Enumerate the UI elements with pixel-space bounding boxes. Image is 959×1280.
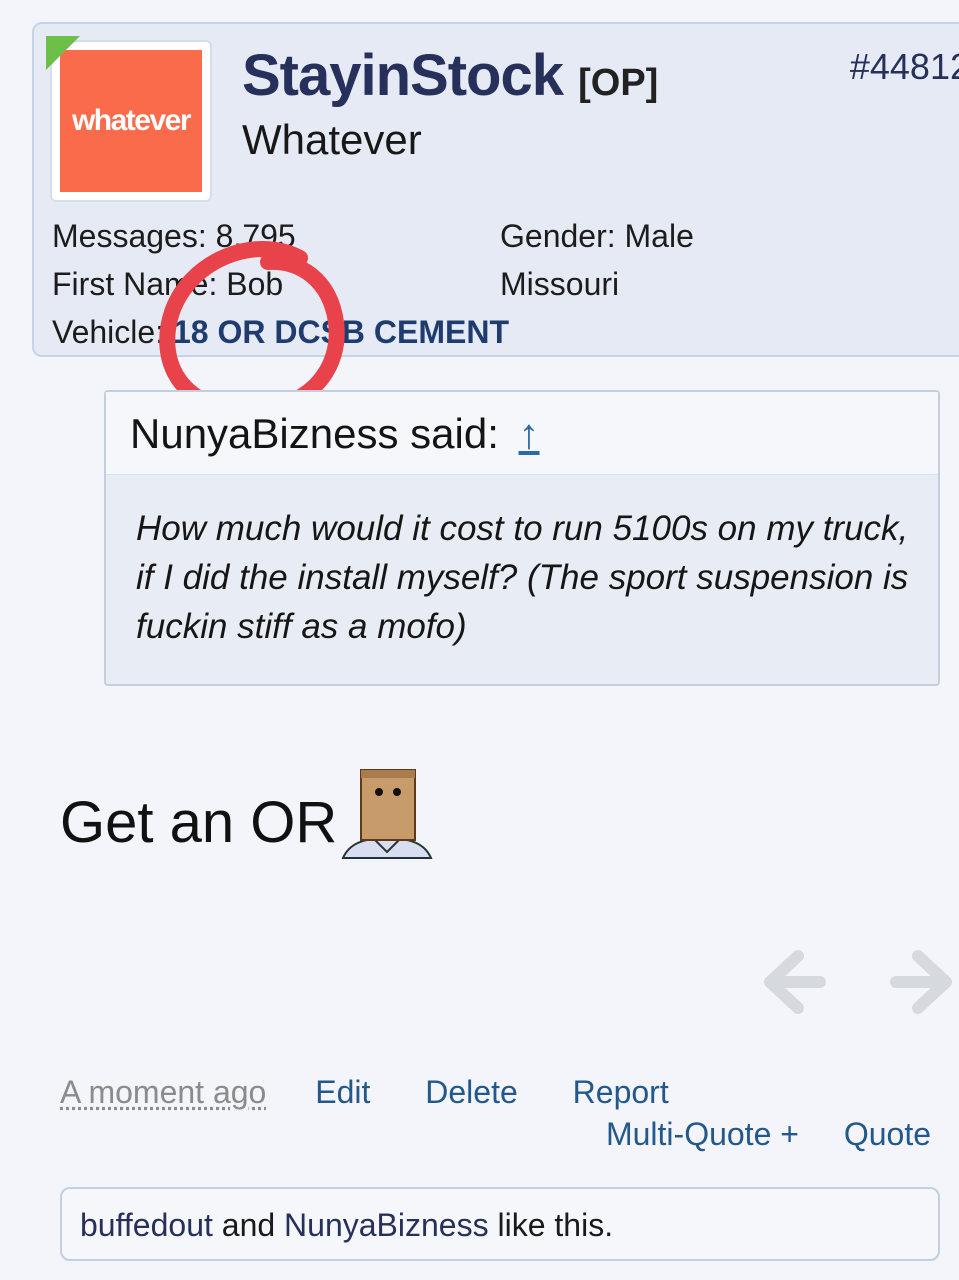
quote-author[interactable]: NunyaBizness bbox=[130, 410, 398, 457]
first-name-label: First Name: bbox=[52, 266, 217, 302]
gender-label: Gender: bbox=[500, 218, 616, 254]
post-timestamp[interactable]: A moment ago bbox=[60, 1074, 266, 1110]
messages-label: Messages: bbox=[52, 218, 207, 254]
multiquote-link[interactable]: Multi-Quote + bbox=[606, 1116, 799, 1152]
likes-bar: buffedout and NunyaBizness like this. bbox=[60, 1187, 940, 1261]
report-link[interactable]: Report bbox=[573, 1074, 669, 1110]
quote-text: How much would it cost to run 5100s on m… bbox=[136, 504, 910, 651]
quote-header: NunyaBizness said: ↑ bbox=[106, 392, 938, 475]
quote-block: NunyaBizness said: ↑ How much would it c… bbox=[104, 390, 940, 686]
avatar-image[interactable]: whatever bbox=[60, 50, 202, 192]
avatar-text: whatever bbox=[72, 104, 190, 138]
op-badge: [OP] bbox=[578, 62, 658, 104]
post-actions-secondary: Multi-Quote + Quote bbox=[570, 1116, 931, 1153]
vehicle-link[interactable]: 18 OR DCSB CEMENT bbox=[173, 314, 509, 350]
post-number-link[interactable]: #44812 bbox=[850, 46, 959, 88]
gender-stat: Gender: Male bbox=[500, 218, 694, 255]
like-user-2[interactable]: NunyaBizness bbox=[284, 1207, 489, 1243]
user-info-card: whatever StayinStock [OP] #44812 Whateve… bbox=[32, 22, 959, 357]
post-actions: A moment ago Edit Delete Report bbox=[60, 1074, 669, 1111]
first-name-stat: First Name: Bob bbox=[52, 266, 283, 303]
gender-value: Male bbox=[625, 218, 694, 254]
likes-and: and bbox=[222, 1207, 275, 1243]
user-title: Whatever bbox=[242, 116, 422, 164]
vehicle-label: Vehicle: bbox=[52, 314, 164, 350]
delete-link[interactable]: Delete bbox=[425, 1074, 518, 1110]
quote-said: said: bbox=[410, 410, 499, 457]
message-text: Get an OR bbox=[60, 789, 337, 856]
location-stat: Missouri bbox=[500, 266, 619, 303]
arrow-left-icon[interactable] bbox=[758, 948, 826, 1016]
vehicle-stat: Vehicle: 18 OR DCSB CEMENT bbox=[52, 314, 509, 351]
paper-bag-head-icon bbox=[339, 766, 435, 862]
message-body: Get an OR bbox=[60, 766, 435, 856]
jump-to-quote-link[interactable]: ↑ bbox=[519, 410, 540, 457]
username-text[interactable]: StayinStock bbox=[242, 43, 563, 108]
like-user-1[interactable]: buffedout bbox=[80, 1207, 213, 1243]
edit-link[interactable]: Edit bbox=[315, 1074, 370, 1110]
quote-link[interactable]: Quote bbox=[844, 1116, 931, 1152]
messages-stat: Messages: 8,795 bbox=[52, 218, 296, 255]
first-name-value: Bob bbox=[226, 266, 283, 302]
quote-attribution: NunyaBizness said: ↑ bbox=[130, 410, 540, 458]
avatar[interactable]: whatever bbox=[50, 40, 212, 202]
messages-value: 8,795 bbox=[216, 218, 296, 254]
likes-suffix: like this. bbox=[497, 1207, 613, 1243]
username[interactable]: StayinStock [OP] bbox=[242, 42, 658, 109]
arrow-right-icon[interactable] bbox=[890, 948, 958, 1016]
